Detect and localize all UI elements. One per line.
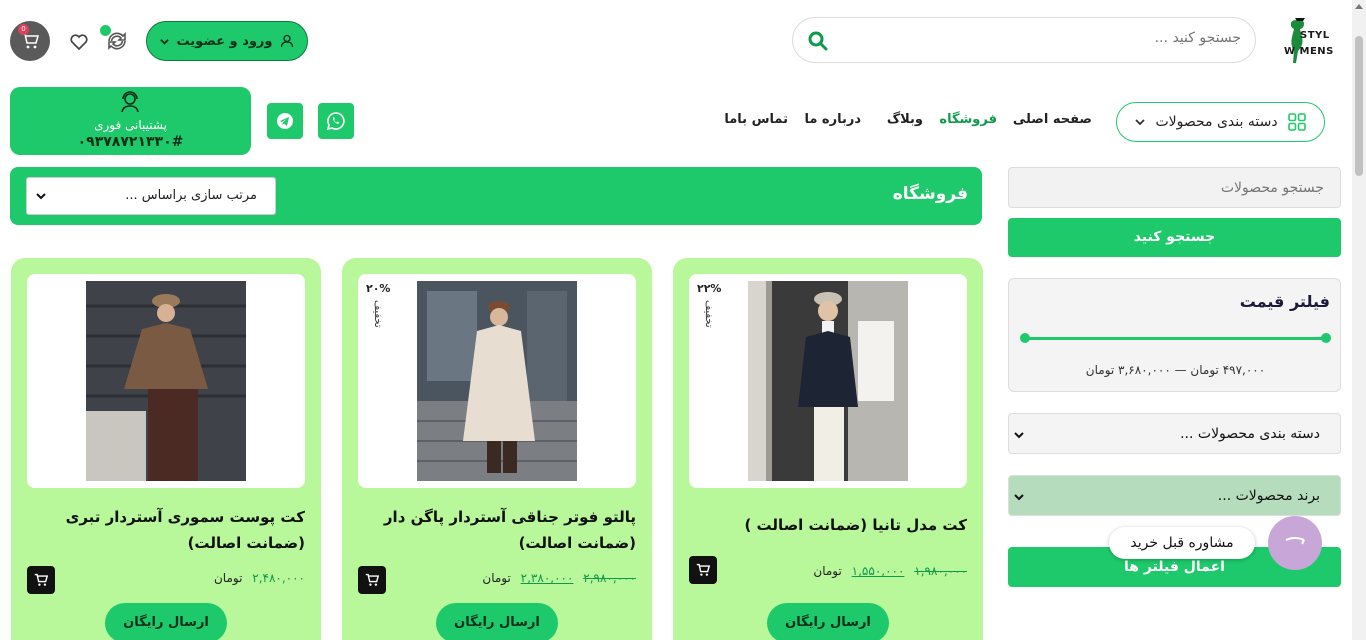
scroll-up-arrow-icon[interactable] [1355, 3, 1363, 9]
telegram-icon [277, 113, 293, 129]
discount-percent: ۲۰% [366, 282, 391, 295]
product-photo [417, 281, 577, 481]
whatsapp-button[interactable] [318, 103, 354, 139]
free-shipping-button[interactable]: ارسال رایگان [436, 603, 558, 640]
categories-menu-button[interactable]: دسته بندی محصولات [1116, 102, 1325, 142]
support-agent-icon [121, 91, 139, 113]
old-price: ۱,۹۸۰,۰۰۰ [914, 564, 967, 578]
compare-badge [100, 25, 111, 36]
wishlist-button[interactable] [66, 28, 92, 54]
product-image-frame[interactable] [27, 274, 305, 488]
logo-text-bottom: W MENS [1284, 46, 1334, 57]
price-row: ۱,۹۸۰,۰۰۰ ۱,۵۵۰,۰۰۰ تومان [813, 564, 967, 578]
login-label: ورود و عضویت [176, 33, 273, 49]
currency-label: تومان [482, 571, 511, 585]
product-search-button[interactable]: جستجو کنید [1008, 218, 1341, 257]
login-register-button[interactable]: ورود و عضویت [146, 21, 308, 61]
product-image-frame[interactable]: ۲۰% تخفیف [358, 274, 636, 488]
product-photo [86, 281, 246, 481]
add-to-cart-button[interactable] [27, 566, 55, 594]
chevron-down-icon [159, 38, 169, 45]
nav-contact[interactable]: تماس باما [724, 112, 788, 127]
product-card[interactable]: ۲۲% تخفیف کت مدل تانیا (ضمانت اصالت ) ۱, [673, 258, 983, 640]
category-select-value: دسته بندی محصولات ... [1180, 426, 1320, 442]
price-row: ۲,۹۸۰,۰۰۰ ۲,۳۸۰,۰۰۰ تومان [482, 571, 636, 585]
nav-home[interactable]: صفحه اصلی [1013, 112, 1092, 127]
shop-header-bar: فروشگاه مرتب سازی براساس ... [10, 167, 982, 225]
search-button[interactable] [807, 30, 829, 52]
sale-price: ۲,۳۸۰,۰۰۰ [520, 571, 574, 585]
free-shipping-button[interactable]: ارسال رایگان [767, 603, 889, 640]
price-range-text: ۴۹۷,۰۰۰ تومان — ۳,۶۸۰,۰۰۰ تومان [1085, 363, 1266, 377]
support-phone[interactable]: ۰۹۳۷۸۷۲۱۳۳۰# [10, 134, 251, 150]
price-row: ۲,۴۸۰,۰۰۰ تومان [214, 571, 305, 585]
page-scrollbar[interactable] [1352, 0, 1366, 640]
categories-label: دسته بندی محصولات [1155, 114, 1278, 130]
nav-shop[interactable]: فروشگاه [939, 112, 997, 127]
chevron-down-icon [1014, 432, 1024, 439]
consult-label[interactable]: مشاوره قبل خرید [1109, 527, 1255, 559]
price-filter-title: فیلتر قیمت [1239, 292, 1330, 311]
sort-select-value: مرتب سازی براساس ... [125, 188, 257, 203]
product-search-input[interactable] [1009, 168, 1340, 207]
discount-label: تخفیف [703, 300, 714, 328]
logo-text-top: STYL [1300, 30, 1330, 41]
price-slider-track[interactable] [1024, 337, 1326, 340]
sort-select[interactable]: مرتب سازی براساس ... [26, 177, 276, 215]
chevron-down-icon [1135, 119, 1146, 126]
discount-label: تخفیف [372, 300, 383, 328]
product-title[interactable]: پالتو فوتر جناقی آستردار پاگن دار (ضمانت… [358, 504, 636, 556]
product-title[interactable]: کت پوست سموری آستردار تبری (ضمانت اصالت) [27, 504, 305, 556]
telegram-button[interactable] [267, 103, 303, 139]
category-select[interactable]: دسته بندی محصولات ... [1008, 413, 1341, 454]
search-icon [808, 31, 828, 51]
currency-label: تومان [813, 564, 842, 578]
free-shipping-button[interactable]: ارسال رایگان [105, 603, 227, 640]
add-to-cart-button[interactable] [689, 556, 717, 584]
page-title: فروشگاه [892, 184, 968, 204]
chevron-down-icon [1014, 494, 1024, 501]
user-icon [281, 34, 294, 48]
add-to-cart-button[interactable] [358, 566, 386, 594]
price-slider-max-handle[interactable] [1321, 333, 1331, 343]
grid-icon [1287, 113, 1306, 131]
brand-select[interactable]: برند محصولات ... [1008, 475, 1341, 516]
sale-price: ۱,۵۵۰,۰۰۰ [851, 564, 905, 578]
product-card[interactable]: کت پوست سموری آستردار تبری (ضمانت اصالت)… [11, 258, 321, 640]
cart-button[interactable] [10, 21, 50, 61]
nav-blog[interactable]: وبلاگ [887, 112, 923, 127]
currency-label: تومان [213, 571, 243, 585]
chat-icon [1285, 537, 1305, 545]
cart-icon [365, 573, 379, 586]
old-price: ۲,۹۸۰,۰۰۰ [583, 571, 636, 585]
product-title[interactable]: کت مدل تانیا (ضمانت اصالت ) [689, 512, 967, 538]
consult-chat-button[interactable] [1268, 516, 1322, 570]
whatsapp-icon [326, 112, 345, 131]
chevron-down-icon [36, 193, 46, 200]
product-image-frame[interactable]: ۲۲% تخفیف [689, 274, 967, 488]
product-search [1008, 167, 1341, 208]
discount-percent: ۲۲% [697, 282, 722, 295]
scrollbar-thumb[interactable] [1355, 36, 1363, 176]
support-box[interactable]: پشتیبانی فوری ۰۹۳۷۸۷۲۱۳۳۰# [10, 87, 251, 155]
site-logo[interactable]: STYL W MENS [1280, 16, 1344, 64]
search-input[interactable] [861, 30, 1241, 46]
price-slider-min-handle[interactable] [1020, 333, 1030, 343]
cart-count-badge: 0 [18, 24, 29, 35]
product-card[interactable]: ۲۰% تخفیف پالتو فوتر جناقی آستردار پاگن … [342, 258, 652, 640]
product-photo [748, 281, 908, 481]
price: ۲,۴۸۰,۰۰۰ [252, 571, 305, 585]
cart-icon [696, 563, 710, 576]
cart-icon [34, 573, 48, 586]
price-filter: فیلتر قیمت ۴۹۷,۰۰۰ تومان — ۳,۶۸۰,۰۰۰ توم… [1008, 278, 1341, 392]
nav-about[interactable]: درباره ما [804, 112, 861, 127]
brand-select-value: برند محصولات ... [1217, 488, 1320, 504]
heart-icon [70, 34, 88, 51]
header-search [792, 17, 1256, 63]
support-label: پشتیبانی فوری [94, 118, 167, 132]
